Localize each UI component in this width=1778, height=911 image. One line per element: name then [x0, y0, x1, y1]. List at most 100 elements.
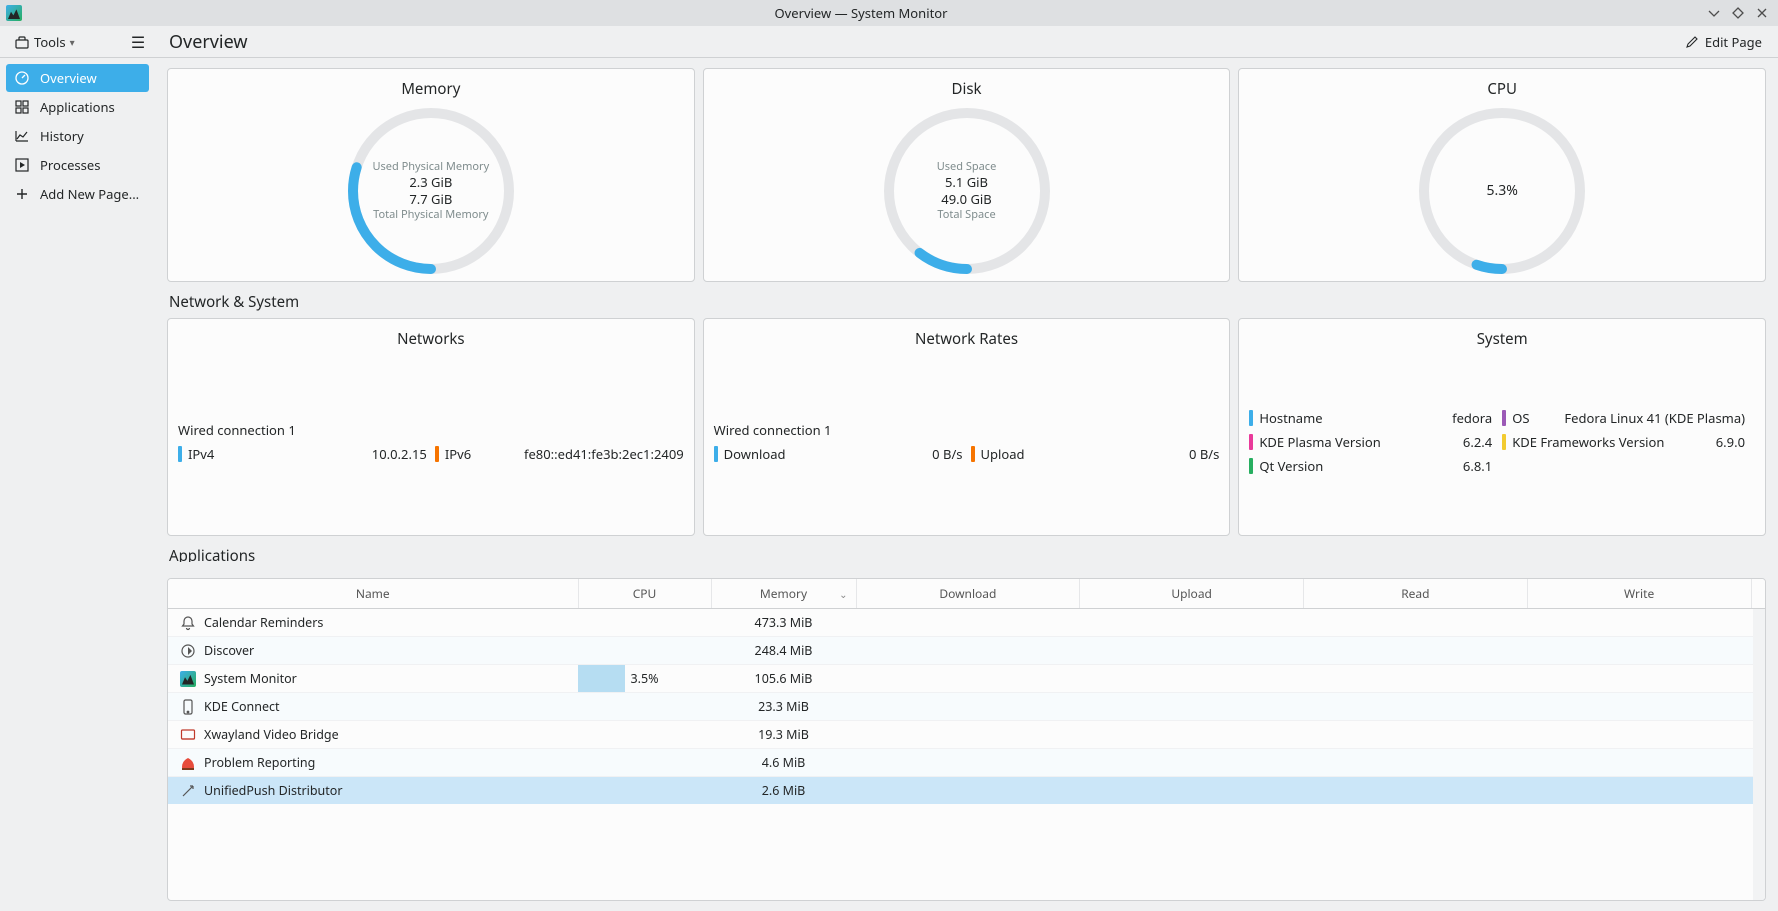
cpu-percent: 5.3% — [1486, 182, 1517, 200]
col-write[interactable]: Write — [1527, 579, 1751, 609]
cpu-title: CPU — [1487, 79, 1517, 99]
download-value: 0 B/s — [932, 445, 962, 463]
table-row[interactable]: UnifiedPush Distributor2.6 MiB — [168, 777, 1765, 805]
memory-card: Memory Used Physical Memory 2.3 GiB 7.7 … — [167, 68, 695, 282]
close-button[interactable] — [1752, 3, 1772, 23]
disk-used-label: Used Space — [937, 160, 997, 174]
disk-total-value: 49.0 GiB — [941, 191, 991, 208]
app-name: UnifiedPush Distributor — [204, 782, 343, 799]
hostname-label: Hostname — [1259, 409, 1322, 427]
plasma-tick-icon — [1249, 434, 1253, 450]
table-row[interactable]: Discover248.4 MiB — [168, 637, 1765, 665]
system-card: System Hostname fedora KDE Plasma Version… — [1238, 318, 1766, 536]
networks-title: Networks — [168, 329, 694, 349]
memory-value: 105.6 MiB — [755, 670, 813, 687]
memory-value: 473.3 MiB — [755, 614, 813, 631]
app-row-icon — [180, 615, 196, 631]
col-upload[interactable]: Upload — [1080, 579, 1304, 609]
kf-tick-icon — [1502, 434, 1506, 450]
chevron-down-icon: ▾ — [70, 35, 75, 49]
disk-title: Disk — [952, 79, 982, 99]
page-title: Overview — [169, 30, 248, 54]
cpu-value: 3.5% — [630, 670, 658, 687]
sidebar-item-add-page[interactable]: Add New Page... — [6, 180, 149, 208]
tools-menu-button[interactable]: Tools ▾ — [8, 30, 81, 54]
table-row[interactable]: Calendar Reminders 473.3 MiB — [168, 609, 1765, 637]
disk-used-value: 5.1 GiB — [945, 174, 988, 191]
plus-icon — [14, 186, 30, 202]
app-row-icon — [180, 699, 196, 715]
memory-value: 23.3 MiB — [758, 698, 809, 715]
toolbar: Tools ▾ ☰ Overview Edit Page — [0, 26, 1778, 58]
app-row-icon — [180, 671, 196, 687]
table-row[interactable]: Xwayland Video Bridge 19.3 MiB — [168, 721, 1765, 749]
hostname-tick-icon — [1249, 410, 1253, 426]
sidebar-item-applications[interactable]: Applications — [6, 93, 149, 121]
hamburger-menu-button[interactable]: ☰ — [129, 31, 147, 53]
ipv4-value: 10.0.2.15 — [372, 445, 427, 463]
rates-connection-name: Wired connection 1 — [714, 421, 1220, 439]
ipv4-label: IPv4 — [188, 445, 214, 463]
network-rates-card: Network Rates Wired connection 1 Downloa… — [703, 318, 1231, 536]
download-label: Download — [724, 445, 786, 463]
pencil-icon — [1685, 35, 1699, 49]
os-value: Fedora Linux 41 (KDE Plasma) — [1564, 409, 1755, 427]
col-read[interactable]: Read — [1304, 579, 1528, 609]
qt-label: Qt Version — [1259, 457, 1323, 475]
process-icon — [14, 157, 30, 173]
app-name: Discover — [204, 642, 254, 659]
edit-page-button[interactable]: Edit Page — [1679, 30, 1768, 54]
memory-value: 19.3 MiB — [758, 726, 809, 743]
sidebar-item-label: Applications — [40, 98, 115, 116]
app-name: Problem Reporting — [204, 754, 315, 771]
table-row[interactable]: System Monitor3.5%105.6 MiB — [168, 665, 1765, 693]
system-title: System — [1239, 329, 1765, 349]
sidebar-item-history[interactable]: History — [6, 122, 149, 150]
maximize-button[interactable] — [1728, 3, 1748, 23]
content-area: Memory Used Physical Memory 2.3 GiB 7.7 … — [155, 58, 1778, 911]
minimize-button[interactable] — [1704, 3, 1724, 23]
table-row[interactable]: KDE Connect 23.3 MiB — [168, 693, 1765, 721]
sidebar-item-label: Overview — [40, 69, 97, 87]
ipv6-value: fe80::ed41:fe3b:2ec1:2409 — [524, 445, 684, 463]
col-scrollbar-gutter — [1751, 579, 1765, 609]
col-memory[interactable]: Memory⌄ — [711, 579, 856, 609]
network-system-row: Networks Wired connection 1 IPv4 10.0.2.… — [167, 318, 1766, 536]
col-name[interactable]: Name — [168, 579, 578, 609]
apps-grid-icon — [14, 99, 30, 115]
sidebar-item-label: Add New Page... — [40, 185, 139, 203]
applications-table: Name CPU Memory⌄ Download Upload Read Wr… — [168, 579, 1765, 804]
hostname-value: fedora — [1452, 409, 1502, 427]
sidebar-item-label: History — [40, 127, 84, 145]
download-tick-icon — [714, 446, 718, 462]
col-cpu[interactable]: CPU — [578, 579, 711, 609]
app-icon — [6, 5, 22, 21]
app-row-icon — [180, 643, 196, 659]
app-name: Xwayland Video Bridge — [204, 726, 339, 743]
disk-total-label: Total Space — [937, 208, 995, 222]
edit-page-label: Edit Page — [1705, 33, 1762, 51]
kf-label: KDE Frameworks Version — [1512, 433, 1664, 451]
memory-total-label: Total Physical Memory — [373, 208, 488, 222]
app-row-icon — [180, 755, 196, 771]
qt-tick-icon — [1249, 458, 1253, 474]
app-name: KDE Connect — [204, 698, 280, 715]
sidebar-item-overview[interactable]: Overview — [6, 64, 149, 92]
connection-name: Wired connection 1 — [178, 421, 684, 439]
sidebar-item-processes[interactable]: Processes — [6, 151, 149, 179]
upload-label: Upload — [981, 445, 1025, 463]
plasma-value: 6.2.4 — [1463, 433, 1502, 451]
toolbox-icon — [14, 34, 30, 50]
col-download[interactable]: Download — [856, 579, 1080, 609]
memory-value: 4.6 MiB — [762, 754, 806, 771]
ipv6-label: IPv6 — [445, 445, 471, 463]
upload-value: 0 B/s — [1189, 445, 1219, 463]
table-row[interactable]: Problem Reporting 4.6 MiB — [168, 749, 1765, 777]
app-row-icon — [180, 727, 196, 743]
network-system-section-title: Network & System — [169, 292, 1766, 312]
upload-tick-icon — [971, 446, 975, 462]
plasma-label: KDE Plasma Version — [1259, 433, 1380, 451]
gauges-row: Memory Used Physical Memory 2.3 GiB 7.7 … — [167, 68, 1766, 282]
app-name: Calendar Reminders — [204, 614, 323, 631]
table-scrollbar[interactable] — [1753, 609, 1765, 900]
